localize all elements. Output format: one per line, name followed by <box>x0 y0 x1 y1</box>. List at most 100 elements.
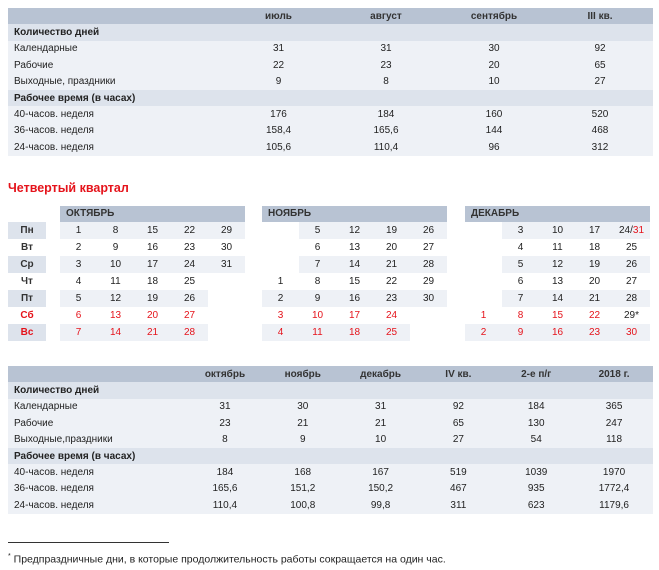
cell: 21 <box>297 417 309 429</box>
calendar-week-row: 6 13 20 27 <box>60 307 245 324</box>
calendar-day: 8 <box>314 276 321 287</box>
calendar-day-part: 24/ <box>618 225 633 236</box>
calendar-day: 30 <box>410 290 447 307</box>
calendar-day: 6 <box>517 276 524 287</box>
calendar-day: 16 <box>146 242 159 253</box>
cell: 10 <box>488 76 500 88</box>
calendar-day: 15 <box>348 276 361 287</box>
calendar-day: 23 <box>183 242 196 253</box>
row-label: Календарные <box>14 401 78 413</box>
cell: 165,6 <box>212 483 238 495</box>
cell: 31 <box>375 401 387 413</box>
table-row: 24-часов. неделя 105,6 110,4 96 312 <box>8 139 653 156</box>
q3-section-days: Количество дней <box>8 24 653 41</box>
q4-section-hours: Рабочее время (в часах) <box>8 447 653 465</box>
q4-header-blank <box>8 366 186 382</box>
cell: 21 <box>375 417 387 429</box>
cell: 27 <box>594 76 606 88</box>
cell: 54 <box>530 434 542 446</box>
weekday-label: Пн <box>8 222 46 239</box>
calendar-day: 8 <box>517 310 524 321</box>
cell: 184 <box>377 109 395 121</box>
cell: 8 <box>222 434 228 446</box>
cell: 65 <box>452 417 464 429</box>
calendar-day: 25 <box>625 242 638 253</box>
row-label: 36-часов. неделя <box>14 125 94 137</box>
calendar-day: 19 <box>373 222 410 239</box>
cell: 20 <box>488 59 500 71</box>
row-label: 36-часов. неделя <box>14 483 94 495</box>
cell: 30 <box>488 43 500 55</box>
calendar-day: 17 <box>134 256 171 273</box>
calendar-day: 18 <box>146 276 159 287</box>
calendar-day: 1 <box>60 222 97 239</box>
calendar-empty-cell <box>465 273 502 290</box>
table-row: 40-часов. неделя 176 184 160 520 <box>8 106 653 123</box>
calendar-day: 7 <box>60 324 97 341</box>
calendar-empty-cell <box>262 256 299 273</box>
calendar-day: 9 <box>112 242 119 253</box>
calendar-week-row: 3 10 17 24 31 <box>60 256 245 273</box>
cell: 9 <box>275 76 282 88</box>
cell: 184 <box>527 401 545 413</box>
cell: 150,2 <box>368 483 394 495</box>
calendar-day: 4 <box>75 276 82 287</box>
cell: 184 <box>216 467 234 479</box>
calendar-empty-cell <box>262 239 299 256</box>
cell: 96 <box>488 141 500 153</box>
calendar-week-row: 2 9 16 23 30 <box>60 239 245 256</box>
calendar-empty-cell <box>465 256 502 273</box>
calendar-day: 28 <box>171 324 208 341</box>
table-row: 24-часов. неделя 110,4 100,8 99,8 311 62… <box>8 497 653 514</box>
calendar-day: 23 <box>576 324 613 341</box>
calendar-day: 12 <box>539 256 576 273</box>
calendar-day: 27 <box>422 242 435 253</box>
calendar-day: 8 <box>97 222 134 239</box>
calendar-day: 17 <box>348 310 361 321</box>
calendar-day-part-weekend: 31 <box>632 225 645 236</box>
calendar-day: 10 <box>539 222 576 239</box>
calendar-day: 5 <box>299 222 336 239</box>
calendar-week-row: 7 14 21 28 <box>465 290 650 307</box>
cell: 110,4 <box>373 141 399 153</box>
calendar-day: 2 <box>262 290 299 307</box>
row-label: Выходные,праздники <box>14 434 113 446</box>
month-title: ДЕКАБРЬ <box>465 206 650 222</box>
calendar-day: 1 <box>480 310 487 321</box>
cell: 30 <box>297 401 309 413</box>
calendar-day: 6 <box>314 242 321 253</box>
calendar-day: 27 <box>625 276 638 287</box>
calendar-day: 25 <box>373 324 410 341</box>
q4-header-october: октябрь <box>204 368 246 380</box>
calendar-day: 17 <box>576 222 613 239</box>
cell: 27 <box>452 434 464 446</box>
cell: 1970 <box>602 467 626 479</box>
table-row: Календарные 31 30 31 92 184 365 <box>8 398 653 416</box>
cell: 105,6 <box>265 141 292 153</box>
cell: 168 <box>294 467 312 479</box>
table-row: Рабочие 23 21 21 65 130 247 <box>8 415 653 432</box>
calendar-empty-cell <box>465 239 502 256</box>
calendar-day: 2 <box>75 242 82 253</box>
cell: 31 <box>219 401 231 413</box>
calendar-week-row: 2 9 16 23 30 <box>465 324 650 341</box>
q3-header-blank <box>8 8 226 24</box>
weekday-label: Чт <box>21 276 33 287</box>
q4-header-year: 2018 г. <box>598 368 630 380</box>
calendar-week-row: 7 14 21 28 <box>60 324 245 341</box>
calendar-day: 16 <box>336 290 373 307</box>
cell: 935 <box>527 483 545 495</box>
table-row: 36-часов. неделя 158,4 165,6 144 468 <box>8 122 653 140</box>
weekday-label: Вт <box>21 242 33 253</box>
calendar-day: 30 <box>613 324 650 341</box>
q3-header-september: сентябрь <box>470 10 518 22</box>
table-row: Выходные, праздники 9 8 10 27 <box>8 73 653 90</box>
row-label: Рабочие <box>14 59 54 71</box>
q3-summary-table: июль август сентябрь III кв. Количество … <box>8 8 653 156</box>
cell: 144 <box>485 125 503 137</box>
cell: 365 <box>605 401 623 413</box>
section-title: Количество дней <box>14 385 100 397</box>
calendar-day: 27 <box>183 310 196 321</box>
calendar-day: 22 <box>171 222 208 239</box>
calendar-empty-cell <box>208 307 245 324</box>
